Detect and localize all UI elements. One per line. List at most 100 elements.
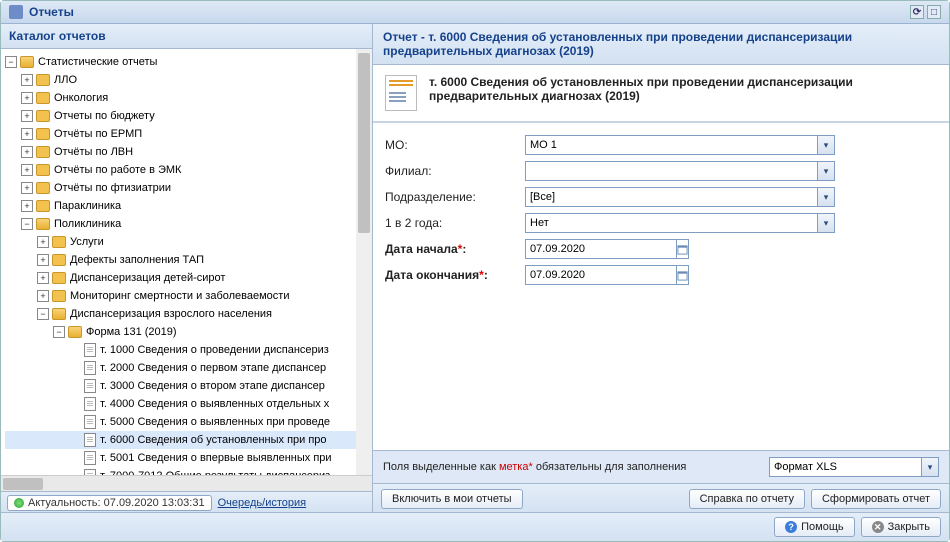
scrollbar-vertical[interactable] (356, 49, 372, 475)
dept-input[interactable] (525, 187, 817, 207)
report-tree[interactable]: −Статистические отчеты+ЛЛО+Онкология+Отч… (5, 53, 372, 475)
expand-icon[interactable]: + (37, 254, 49, 266)
chevron-down-icon[interactable]: ▾ (817, 213, 835, 233)
tree-report-item[interactable]: т. 5001 Сведения о впервые выявленных пр… (5, 449, 372, 467)
tree-item-label: Поликлиника (54, 215, 121, 233)
expand-icon[interactable]: + (37, 236, 49, 248)
tree-folder-item[interactable]: + Отчёты по ЕРМП (5, 125, 372, 143)
help-icon: ? (785, 521, 797, 533)
expand-icon[interactable]: + (21, 164, 33, 176)
tree-report-item[interactable]: т. 2000 Сведения о первом этапе диспансе… (5, 359, 372, 377)
tree-item-label: Форма 131 (2019) (86, 323, 177, 341)
end-date-field[interactable] (525, 265, 655, 285)
help-report-button[interactable]: Справка по отчету (689, 489, 805, 509)
collapse-icon[interactable]: − (5, 56, 17, 68)
include-button[interactable]: Включить в мои отчеты (381, 489, 523, 509)
app-icon (9, 5, 23, 19)
mo-input[interactable] (525, 135, 817, 155)
tree-folder-item[interactable]: +Услуги (5, 233, 372, 251)
folder-icon (36, 110, 50, 122)
collapse-icon[interactable]: − (37, 308, 49, 320)
dept-combo[interactable]: ▾ (525, 187, 835, 207)
mo-label: МО: (385, 138, 525, 152)
tree-folder-item[interactable]: +Мониторинг смертности и заболеваемости (5, 287, 372, 305)
tree-folder-item[interactable]: − Поликлиника (5, 215, 372, 233)
expand-icon[interactable]: + (21, 146, 33, 158)
tree-report-item[interactable]: т. 5000 Сведения о выявленных при провед… (5, 413, 372, 431)
tree-folder-item[interactable]: +Параклиника (5, 197, 372, 215)
start-date-input[interactable] (525, 239, 677, 259)
tree-report-item[interactable]: т. 7000-7012 Общие результаты диспансери… (5, 467, 372, 475)
expand-icon[interactable]: + (21, 74, 33, 86)
tree-folder-item[interactable]: −Статистические отчеты (5, 53, 372, 71)
expand-icon[interactable]: + (21, 110, 33, 122)
generate-button[interactable]: Сформировать отчет (811, 489, 941, 509)
tree-folder-item[interactable]: +Отчёты по работе в ЭМК (5, 161, 372, 179)
folder-icon (36, 146, 50, 158)
catalog-title: Каталог отчетов (1, 24, 372, 49)
start-date-label: Дата начала*: (385, 242, 525, 256)
folder-icon (36, 74, 50, 86)
format-input[interactable] (769, 457, 921, 477)
chevron-down-icon[interactable]: ▾ (817, 187, 835, 207)
folder-icon (68, 326, 82, 338)
mo-combo[interactable]: ▾ (525, 135, 835, 155)
calendar-icon[interactable] (677, 239, 689, 259)
oneintwo-input[interactable] (525, 213, 817, 233)
chevron-down-icon[interactable]: ▾ (817, 135, 835, 155)
tree-report-item[interactable]: т. 1000 Сведения о проведении диспансери… (5, 341, 372, 359)
report-panel: Отчет - т. 6000 Сведения об установленны… (373, 24, 949, 514)
close-button[interactable]: ✕Закрыть (861, 517, 941, 537)
tree-item-label: Отчеты по бюджету (54, 107, 155, 125)
filial-combo[interactable]: ▾ (525, 161, 835, 181)
report-form: МО: ▾ Филиал: ▾ Подразделение: ▾ 1 в 2 г… (373, 122, 949, 450)
scrollbar-horizontal[interactable] (1, 475, 372, 491)
tree-item-label: Дефекты заполнения ТАП (70, 251, 204, 269)
tree-folder-item[interactable]: +Отчёты по фтизиатрии (5, 179, 372, 197)
report-panel-title: Отчет - т. 6000 Сведения об установленны… (373, 24, 949, 65)
status-indicator: Актуальность: 07.09.2020 13:03:31 (7, 495, 212, 511)
tree-report-item[interactable]: т. 3000 Сведения о втором этапе диспансе… (5, 377, 372, 395)
expand-icon[interactable]: + (21, 128, 33, 140)
required-note-bar: Поля выделенные как метка* обязательны д… (373, 450, 949, 483)
chevron-down-icon[interactable]: ▾ (817, 161, 835, 181)
tree-report-item[interactable]: т. 4000 Сведения о выявленных отдельных … (5, 395, 372, 413)
queue-history-link[interactable]: Очередь/история (218, 497, 307, 509)
folder-icon (52, 254, 66, 266)
collapse-icon[interactable]: − (21, 218, 33, 230)
document-icon (84, 451, 96, 465)
expand-icon[interactable]: + (21, 200, 33, 212)
calendar-icon[interactable] (677, 265, 689, 285)
expand-icon[interactable]: + (21, 182, 33, 194)
end-date-input[interactable] (525, 265, 677, 285)
tree-folder-item[interactable]: +Диспансеризация детей-сирот (5, 269, 372, 287)
maximize-icon[interactable]: □ (927, 5, 941, 19)
tree-item-label: Отчёты по ЕРМП (54, 125, 142, 143)
refresh-icon[interactable]: ⟳ (910, 5, 924, 19)
folder-icon (52, 236, 66, 248)
collapse-icon[interactable]: − (53, 326, 65, 338)
tree-item-label: т. 2000 Сведения о первом этапе диспансе… (100, 359, 326, 377)
format-combo[interactable]: ▾ (769, 457, 939, 477)
tree-folder-item[interactable]: +Онкология (5, 89, 372, 107)
filial-label: Филиал: (385, 164, 525, 178)
expand-icon[interactable]: + (21, 92, 33, 104)
start-date-field[interactable] (525, 239, 655, 259)
filial-input[interactable] (525, 161, 817, 181)
tree-folder-item[interactable]: + Дефекты заполнения ТАП (5, 251, 372, 269)
tree-folder-item[interactable]: +Отчёты по ЛВН (5, 143, 372, 161)
oneintwo-combo[interactable]: ▾ (525, 213, 835, 233)
tree-folder-item[interactable]: +ЛЛО (5, 71, 372, 89)
tree-folder-item[interactable]: −Диспансеризация взрослого населения (5, 305, 372, 323)
tree-report-item[interactable]: т. 6000 Сведения об установленных при пр… (5, 431, 372, 449)
chevron-down-icon[interactable]: ▾ (921, 457, 939, 477)
tree-folder-item[interactable]: − Форма 131 (2019) (5, 323, 372, 341)
report-name: т. 6000 Сведения об установленных при пр… (429, 75, 937, 103)
expand-icon[interactable]: + (37, 290, 49, 302)
folder-icon (36, 200, 50, 212)
folder-icon (36, 182, 50, 194)
tree-folder-item[interactable]: + Отчеты по бюджету (5, 107, 372, 125)
tree-item-label: т. 5000 Сведения о выявленных при провед… (100, 413, 330, 431)
help-button[interactable]: ?Помощь (774, 517, 855, 537)
expand-icon[interactable]: + (37, 272, 49, 284)
